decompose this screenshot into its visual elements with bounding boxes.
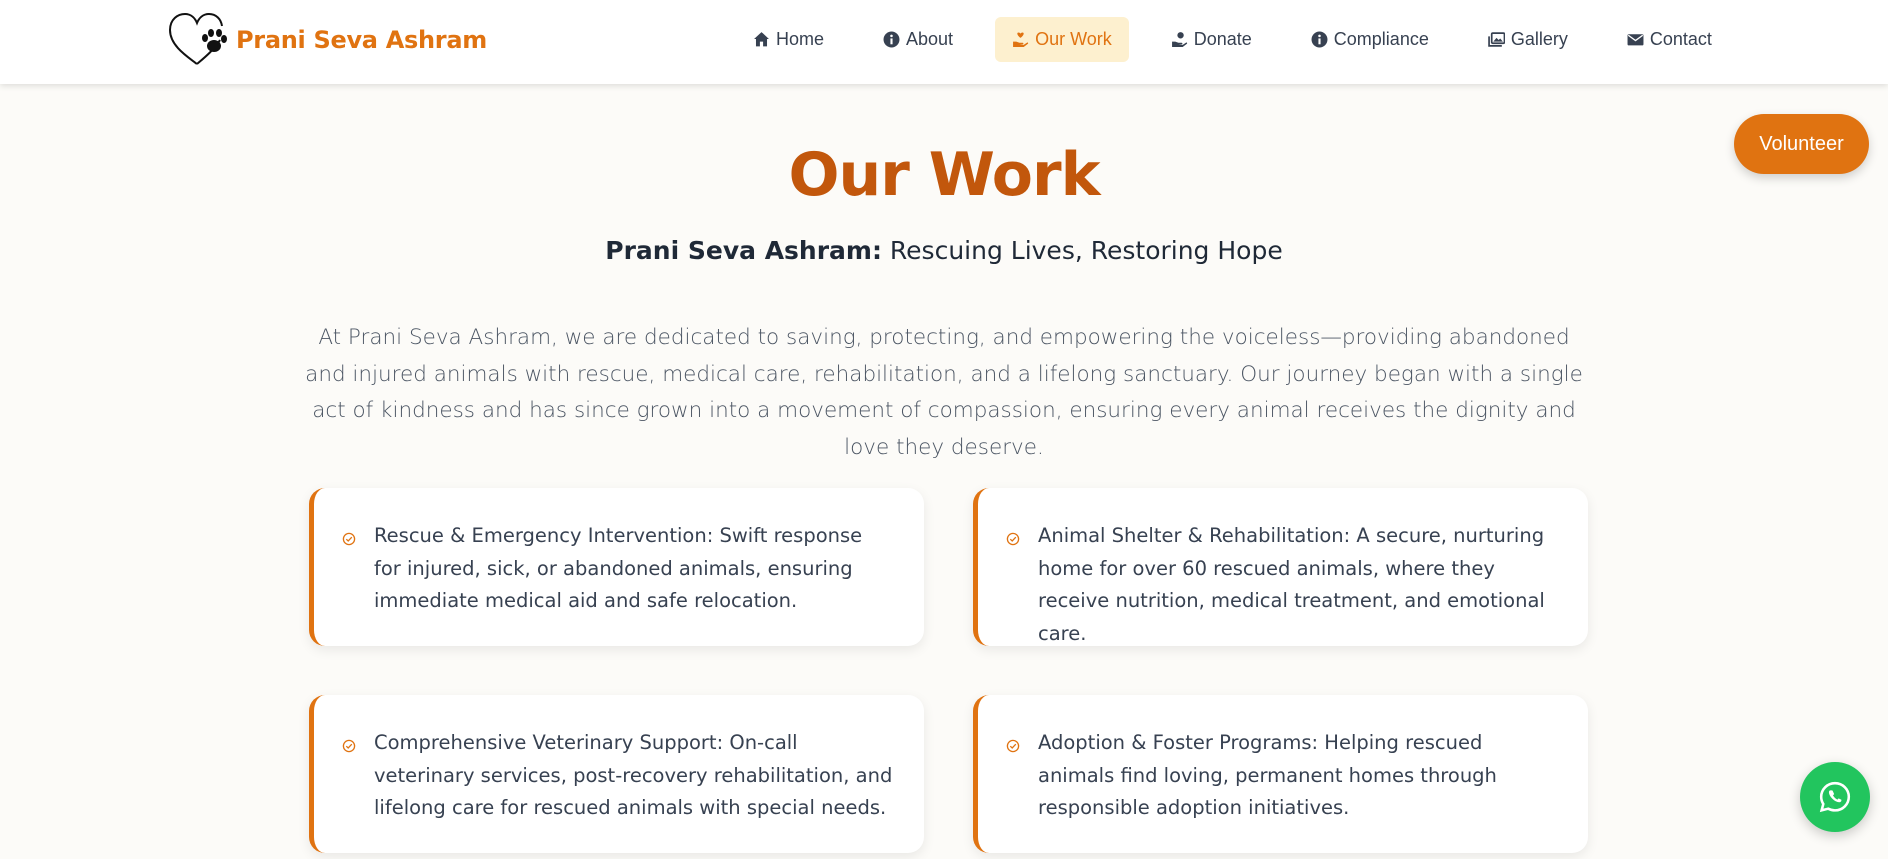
envelope-icon [1627,34,1644,46]
work-card: Rescue & Emergency Intervention: Swift r… [309,488,924,646]
check-circle-icon [342,739,356,753]
home-icon [754,32,769,47]
nav-home[interactable]: Home [736,17,841,62]
nav-contact[interactable]: Contact [1610,17,1729,62]
work-card: Animal Shelter & Rehabilitation: A secur… [973,488,1588,646]
check-circle-icon [1006,532,1020,546]
info-icon [1311,31,1328,48]
whatsapp-button[interactable] [1800,762,1870,832]
page-title: Our Work [788,140,1101,210]
volunteer-button[interactable]: Volunteer [1734,114,1869,174]
work-card: Comprehensive Veterinary Support: On-cal… [309,695,924,853]
nav-gallery[interactable]: Gallery [1471,17,1585,62]
brand-link[interactable]: Prani Seva Ashram [166,8,487,72]
subtitle-bold: Prani Seva Ashram: [605,236,882,265]
site-header: Prani Seva Ashram Home About Our Work Do… [0,0,1888,84]
nav-compliance[interactable]: Compliance [1294,17,1446,62]
check-circle-icon [1006,739,1020,753]
subtitle-rest: Rescuing Lives, Restoring Hope [881,236,1283,265]
main-nav: Home About Our Work Donate Compliance Ga… [736,17,1729,62]
nav-gallery-label: Gallery [1510,29,1568,49]
nav-contact-label: Contact [1649,29,1712,49]
info-icon [883,31,900,48]
nav-home-label: Home [776,29,825,49]
donate-icon [1171,32,1187,47]
check-circle-icon [342,532,356,546]
work-card-text: Adoption & Foster Programs: Helping resc… [1038,731,1497,819]
hand-heart-icon [1013,32,1029,47]
work-card-text: Comprehensive Veterinary Support: On-cal… [374,731,893,819]
whatsapp-icon [1819,781,1851,813]
nav-our-work-label: Our Work [1035,29,1112,49]
nav-our-work[interactable]: Our Work [995,17,1129,62]
intro-paragraph: At Prani Seva Ashram, we are dedicated t… [305,325,1583,460]
nav-about[interactable]: About [866,17,970,62]
brand-name: Prani Seva Ashram [236,26,487,54]
nav-donate[interactable]: Donate [1154,17,1269,62]
work-card-text: Rescue & Emergency Intervention: Swift r… [374,524,863,612]
page-subtitle: Prani Seva Ashram: Rescuing Lives, Resto… [0,236,1888,265]
nav-about-label: About [906,29,954,49]
nav-compliance-label: Compliance [1333,29,1429,49]
work-card-text: Animal Shelter & Rehabilitation: A secur… [1038,524,1545,645]
work-card: Adoption & Foster Programs: Helping resc… [973,695,1588,853]
images-icon [1488,32,1505,47]
nav-donate-label: Donate [1193,29,1252,49]
heart-paw-icon [168,12,227,65]
